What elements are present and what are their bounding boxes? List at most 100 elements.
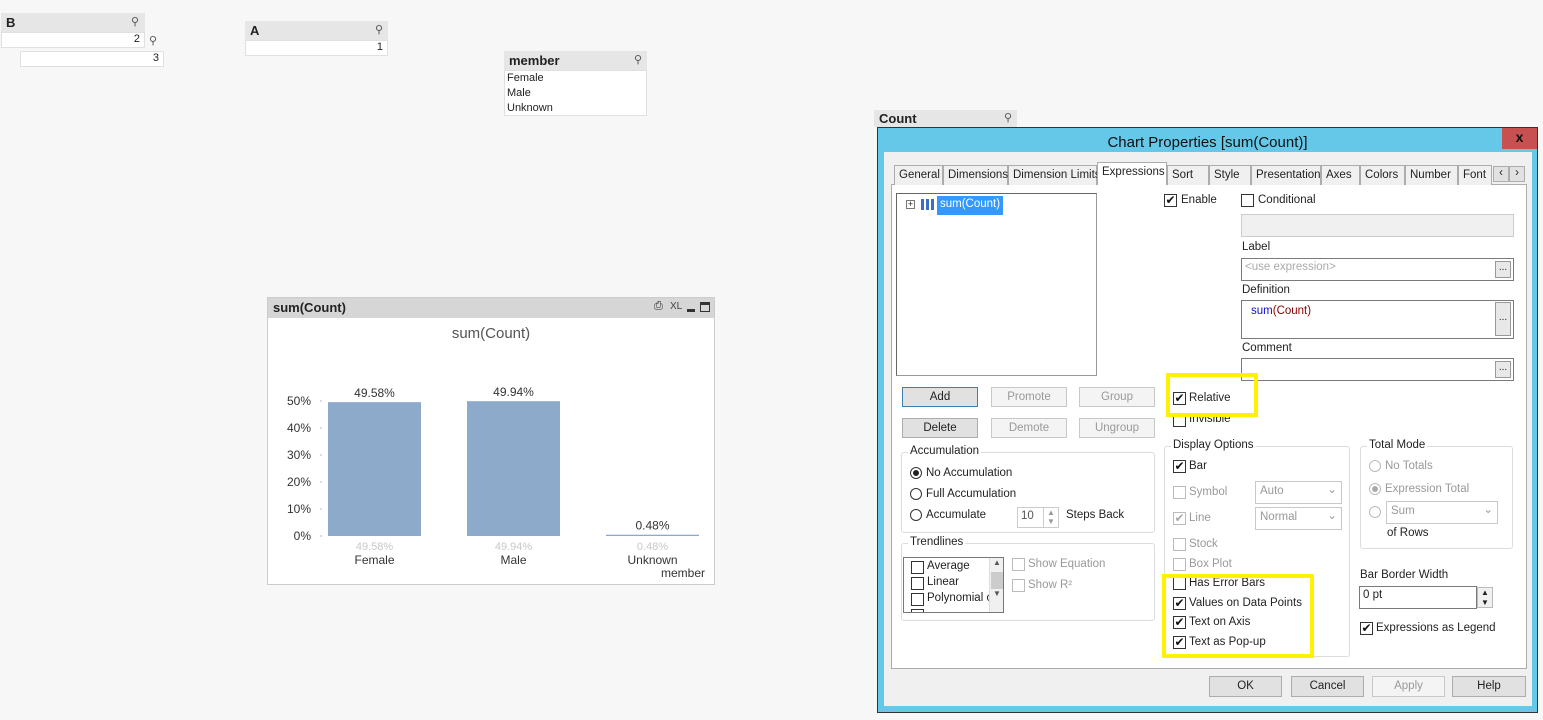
- definition-arg: (Count): [1272, 305, 1312, 317]
- y-tick-label: 40%: [287, 421, 311, 435]
- promote-button[interactable]: Promote: [991, 387, 1067, 407]
- line-checkbox[interactable]: ✔: [1173, 512, 1186, 525]
- linear-checkbox[interactable]: [911, 577, 924, 590]
- steps-back-label: Steps Back: [1066, 509, 1125, 521]
- print-icon[interactable]: ⎙: [654, 300, 663, 313]
- x-tick-label: Female: [354, 553, 394, 567]
- steps-spinner[interactable]: ▲ ▼: [1043, 508, 1058, 527]
- search-icon[interactable]: ⚲: [375, 23, 383, 36]
- listbox-b-value[interactable]: 3: [20, 51, 164, 67]
- add-button[interactable]: Add: [902, 387, 978, 407]
- definition-edit-button[interactable]: ...: [1495, 302, 1511, 336]
- comment-edit-button[interactable]: ...: [1495, 361, 1511, 378]
- listbox-a-header[interactable]: A: [245, 21, 388, 40]
- accumulate-label: Accumulate: [926, 509, 987, 521]
- listbox-count-header[interactable]: Count: [874, 110, 1017, 127]
- expand-icon[interactable]: +: [906, 200, 915, 209]
- definition-input[interactable]: sum(Count): [1241, 300, 1514, 339]
- tab-style[interactable]: Style: [1209, 165, 1251, 185]
- expression-list[interactable]: + sum(Count): [896, 193, 1097, 376]
- bar-checkbox[interactable]: ✔: [1173, 460, 1186, 473]
- tab-number[interactable]: Number: [1405, 165, 1458, 185]
- show-equation-checkbox[interactable]: [1012, 558, 1025, 571]
- ok-button[interactable]: OK: [1209, 676, 1282, 697]
- demote-button[interactable]: Demote: [991, 418, 1067, 438]
- tab-scroll-right[interactable]: ›: [1509, 166, 1525, 182]
- list-item[interactable]: Unknown: [507, 101, 646, 116]
- tab-axes[interactable]: Axes: [1321, 165, 1360, 185]
- search-icon[interactable]: ⚲: [1004, 111, 1012, 124]
- symbol-checkbox[interactable]: [1173, 486, 1186, 499]
- bar-border-width-input[interactable]: 0 pt: [1359, 586, 1477, 609]
- stock-checkbox[interactable]: [1173, 538, 1186, 551]
- search-icon[interactable]: ⚲: [131, 15, 139, 28]
- bar-border-width-spinner[interactable]: ▲ ▼: [1477, 587, 1493, 608]
- expression-total-radio[interactable]: [1369, 483, 1381, 495]
- tab-sort[interactable]: Sort: [1167, 165, 1209, 185]
- accumulate-radio[interactable]: [910, 509, 922, 521]
- label-edit-button[interactable]: ...: [1495, 261, 1511, 278]
- delete-button[interactable]: Delete: [902, 418, 978, 438]
- tab-expressions[interactable]: Expressions: [1097, 162, 1167, 185]
- show-r2-checkbox[interactable]: [1012, 579, 1025, 592]
- tab-dimensions[interactable]: Dimensions: [943, 165, 1008, 185]
- trendlines-scrollbar[interactable]: ▲ ▼: [989, 558, 1003, 612]
- tab-presentation[interactable]: Presentation: [1251, 165, 1321, 185]
- expression-item[interactable]: sum(Count): [937, 196, 1004, 215]
- chart-caption-bar[interactable]: sum(Count) ⎙ XL: [268, 298, 714, 318]
- sum-radio[interactable]: [1369, 506, 1381, 518]
- box-plot-label: Box Plot: [1189, 558, 1232, 570]
- full-accumulation-radio[interactable]: [910, 488, 922, 500]
- display-options-title: Display Options: [1171, 439, 1256, 451]
- label-input[interactable]: <use expression>: [1241, 258, 1514, 281]
- y-tick-label: 50%: [287, 394, 311, 408]
- average-checkbox[interactable]: [911, 561, 924, 574]
- trendlines-list[interactable]: Average Linear Polynomial of 2nd d ▲▼: [903, 557, 1004, 613]
- listbox-b-value[interactable]: 2: [1, 32, 145, 48]
- box-plot-checkbox[interactable]: [1173, 558, 1186, 571]
- search-icon[interactable]: ⚲: [149, 34, 157, 47]
- tab-font[interactable]: Font: [1458, 165, 1492, 185]
- tab-dimension-limits[interactable]: Dimension Limits: [1008, 165, 1101, 185]
- list-item[interactable]: Male: [507, 86, 646, 101]
- xl-icon[interactable]: XL: [670, 301, 682, 312]
- no-accumulation-radio[interactable]: [910, 467, 922, 479]
- symbol-value: Auto: [1260, 485, 1284, 497]
- listbox-a-value[interactable]: 1: [245, 40, 388, 56]
- search-icon[interactable]: ⚲: [634, 53, 642, 66]
- conditional-checkbox[interactable]: [1241, 194, 1254, 207]
- accumulation-title: Accumulation: [908, 445, 982, 457]
- full-accumulation-label: Full Accumulation: [926, 488, 1017, 500]
- listbox-member-header[interactable]: member: [504, 51, 647, 70]
- of-rows-label: of Rows: [1387, 527, 1429, 539]
- no-totals-radio[interactable]: [1369, 460, 1381, 472]
- help-button[interactable]: Help: [1452, 676, 1526, 697]
- polynomial3-checkbox[interactable]: [911, 609, 924, 612]
- expressions-as-legend-checkbox[interactable]: ✔: [1360, 622, 1373, 635]
- tab-scroll-left[interactable]: ‹: [1493, 166, 1509, 182]
- apply-button[interactable]: Apply: [1372, 676, 1445, 697]
- x-axis-label: member: [661, 566, 705, 580]
- list-item[interactable]: Female: [507, 71, 646, 86]
- listbox-member-body: Female Male Unknown: [504, 70, 647, 116]
- axis-value-label: 0.48%: [637, 541, 668, 553]
- total-mode-group: Total Mode: [1360, 439, 1513, 549]
- symbol-select[interactable]: Auto: [1255, 481, 1342, 504]
- cancel-button[interactable]: Cancel: [1291, 676, 1364, 697]
- no-totals-label: No Totals: [1385, 460, 1433, 472]
- line-select[interactable]: Normal: [1255, 507, 1342, 530]
- group-button[interactable]: Group: [1079, 387, 1155, 407]
- tab-colors[interactable]: Colors: [1360, 165, 1405, 185]
- listbox-b-header[interactable]: B: [1, 13, 145, 32]
- maximize-icon[interactable]: [700, 302, 710, 312]
- close-button[interactable]: x: [1502, 128, 1537, 149]
- comment-input[interactable]: [1241, 358, 1514, 381]
- polynomial-checkbox[interactable]: [911, 593, 924, 606]
- sum-select[interactable]: Sum: [1386, 501, 1498, 524]
- ungroup-button[interactable]: Ungroup: [1079, 418, 1155, 438]
- tab-general[interactable]: General: [894, 165, 943, 185]
- bar-label: Bar: [1189, 460, 1207, 472]
- label-caption: Label: [1242, 241, 1271, 253]
- enable-checkbox[interactable]: ✔: [1164, 194, 1177, 207]
- minimize-icon[interactable]: [687, 309, 695, 312]
